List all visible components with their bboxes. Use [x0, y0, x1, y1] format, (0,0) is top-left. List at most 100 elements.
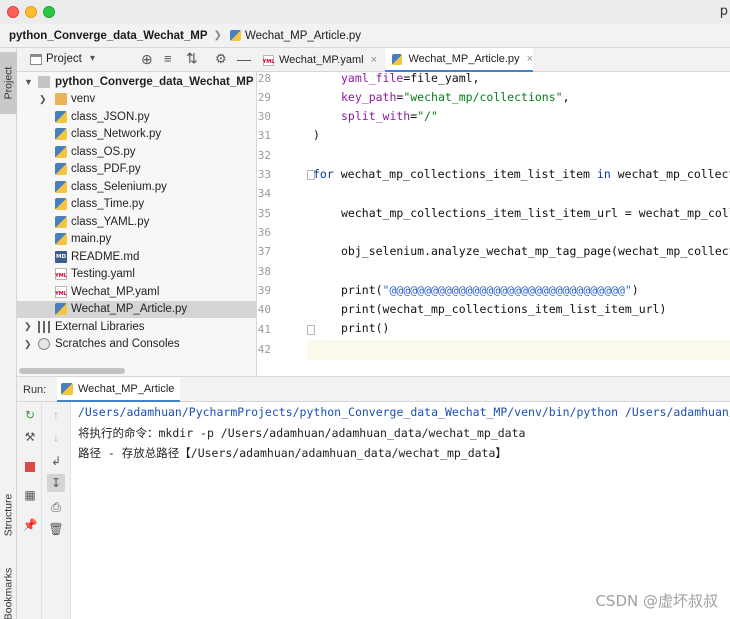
- python-file-icon: [55, 303, 67, 316]
- yaml-file-icon: YML: [263, 54, 274, 66]
- fold-toggle-icon[interactable]: [307, 325, 315, 335]
- rerun-icon[interactable]: ↻: [23, 408, 37, 422]
- line-number: 28: [257, 72, 271, 85]
- hide-panel-icon[interactable]: —: [237, 51, 251, 67]
- tree-item-file[interactable]: class_Selenium.py: [17, 178, 257, 196]
- run-tab[interactable]: Wechat_MP_Article: [57, 377, 181, 402]
- python-file-icon: [55, 233, 67, 246]
- close-icon[interactable]: ×: [527, 53, 533, 65]
- yaml-file-icon: YML: [55, 268, 67, 281]
- console-output[interactable]: /Users/adamhuan/PycharmProjects/python_C…: [71, 402, 730, 619]
- arrow-up-icon[interactable]: ↑: [49, 408, 63, 422]
- tree-item-label: README.md: [71, 250, 140, 263]
- print-icon[interactable]: ⎙: [49, 500, 63, 514]
- line-number: 29: [257, 91, 271, 104]
- project-panel-header: Project ▾ ⊕ ≡ ⇅ ⚙ —: [17, 48, 257, 72]
- python-file-icon: [55, 198, 67, 211]
- tree-item-file[interactable]: main.py: [17, 231, 257, 249]
- chevron-right-icon[interactable]: ❯: [24, 321, 32, 332]
- tree-item-file[interactable]: class_Network.py: [17, 126, 257, 144]
- tree-root[interactable]: ▼ python_Converge_data_Wechat_MP: [17, 73, 257, 91]
- collapse-all-icon[interactable]: ⇅: [186, 50, 198, 67]
- line-number: 36: [257, 226, 271, 239]
- tree-item-file[interactable]: class_PDF.py: [17, 161, 257, 179]
- tree-item-file[interactable]: YML Testing.yaml: [17, 266, 257, 284]
- tree-item-file-selected[interactable]: Wechat_MP_Article.py: [17, 300, 257, 318]
- bookmarks-tool-tab[interactable]: Bookmarks: [0, 558, 17, 619]
- line-number: 31: [257, 129, 271, 142]
- code-text: ): [631, 283, 639, 297]
- chevron-right-icon[interactable]: ❯: [39, 94, 47, 105]
- tab-wechat-mp-article[interactable]: Wechat_MP_Article.py ×: [385, 48, 533, 72]
- tree-item-label: class_Time.py: [71, 198, 145, 211]
- tree-item-label: Wechat_MP.yaml: [71, 285, 160, 298]
- run-panel-header: Run: Wechat_MP_Article: [17, 376, 730, 402]
- chevron-down-icon[interactable]: ▾: [90, 53, 95, 64]
- gear-icon[interactable]: ⚙: [215, 51, 227, 67]
- tree-item-file[interactable]: class_YAML.py: [17, 213, 257, 231]
- scratches-icon: [38, 338, 50, 351]
- trash-icon[interactable]: 🗑: [48, 522, 63, 536]
- breadcrumb-project[interactable]: python_Converge_data_Wechat_MP: [9, 30, 208, 42]
- code-string: "/": [417, 109, 438, 123]
- window-icon: [30, 54, 42, 65]
- code-line: print("@@@@@@@@@@@@@@@@@@@@@@@@@@@@@@@@@…: [341, 283, 639, 297]
- tree-item-file[interactable]: class_OS.py: [17, 143, 257, 161]
- code-keyword: in: [596, 167, 611, 181]
- locate-icon[interactable]: ⊕: [141, 51, 153, 68]
- python-file-icon: [55, 145, 67, 158]
- code-editor[interactable]: 28 29 30 31 32 33 34 35 36 37 38 39 40 4…: [257, 71, 730, 376]
- tree-item-label: class_YAML.py: [71, 215, 150, 228]
- tab-wechat-mp-yaml[interactable]: YML Wechat_MP.yaml ×: [263, 48, 383, 72]
- run-toolbar: ↻ ⚒ ▦ 📌: [17, 402, 42, 619]
- scroll-to-end-icon[interactable]: ↧: [47, 474, 65, 492]
- soft-wrap-icon[interactable]: ↲: [49, 454, 63, 468]
- layout-icon[interactable]: ▦: [23, 488, 37, 502]
- line-number: 35: [257, 207, 271, 220]
- tree-item-file[interactable]: YML Wechat_MP.yaml: [17, 283, 257, 301]
- breadcrumb-file[interactable]: Wechat_MP_Article.py: [245, 30, 361, 42]
- pin-icon[interactable]: 📌: [23, 518, 38, 532]
- code-text: ,: [562, 90, 570, 104]
- line-number: 37: [257, 245, 271, 258]
- console-line: 路径 - 存放总路径【/Users/adamhuan/adamhuan_data…: [78, 446, 507, 460]
- code-text: wechat_mp_collections_item_list_item: [333, 167, 597, 181]
- structure-tool-tab[interactable]: Structure: [0, 480, 17, 550]
- code-param: key_path: [341, 90, 397, 104]
- python-file-icon: [55, 163, 67, 176]
- minimize-window-button[interactable]: [25, 6, 37, 18]
- tree-item-scratches[interactable]: ❯ Scratches and Consoles: [17, 336, 257, 354]
- stop-icon[interactable]: [23, 460, 37, 474]
- chevron-right-icon[interactable]: ❯: [24, 339, 32, 350]
- tree-root-label: python_Converge_data_Wechat_MP: [55, 75, 254, 88]
- code-line: for wechat_mp_collections_item_list_item…: [313, 167, 730, 181]
- expand-all-icon[interactable]: ≡: [164, 51, 172, 66]
- line-number: 34: [257, 187, 271, 200]
- view-selector[interactable]: Project: [46, 53, 82, 65]
- python-file-icon: [392, 53, 403, 65]
- line-number: 33: [257, 168, 271, 181]
- line-number-gutter: 28 29 30 31 32 33 34 35 36 37 38 39 40 4…: [257, 72, 307, 376]
- left-tool-strip: Project Structure Bookmarks: [0, 48, 17, 619]
- tree-item-label: venv: [71, 93, 96, 106]
- horizontal-scrollbar[interactable]: [19, 368, 125, 374]
- project-tree: ▼ python_Converge_data_Wechat_MP ❯ venv …: [17, 72, 257, 376]
- tree-item-external-libraries[interactable]: ❯ External Libraries: [17, 318, 257, 336]
- tree-item-file[interactable]: class_Time.py: [17, 196, 257, 214]
- code-keyword: for: [313, 167, 334, 181]
- console-line: 将执行的命令：mkdir -p /Users/adamhuan/adamhuan…: [78, 426, 526, 440]
- tree-item-file[interactable]: MD README.md: [17, 248, 257, 266]
- bookmarks-tool-tab-label: Bookmarks: [2, 567, 15, 619]
- project-tool-tab[interactable]: Project: [0, 52, 17, 114]
- zoom-window-button[interactable]: [43, 6, 55, 18]
- tree-item-venv[interactable]: ❯ venv: [17, 91, 257, 109]
- chevron-down-icon[interactable]: ▼: [24, 77, 33, 87]
- tree-item-label: class_PDF.py: [71, 163, 141, 176]
- line-number: 32: [257, 149, 271, 162]
- tree-item-file[interactable]: class_JSON.py: [17, 108, 257, 126]
- wrench-icon[interactable]: ⚒: [23, 430, 37, 444]
- arrow-down-icon[interactable]: ↓: [49, 430, 63, 444]
- close-window-button[interactable]: [7, 6, 19, 18]
- close-icon[interactable]: ×: [371, 54, 377, 66]
- code-string: "@@@@@@@@@@@@@@@@@@@@@@@@@@@@@@@@@@": [382, 283, 632, 297]
